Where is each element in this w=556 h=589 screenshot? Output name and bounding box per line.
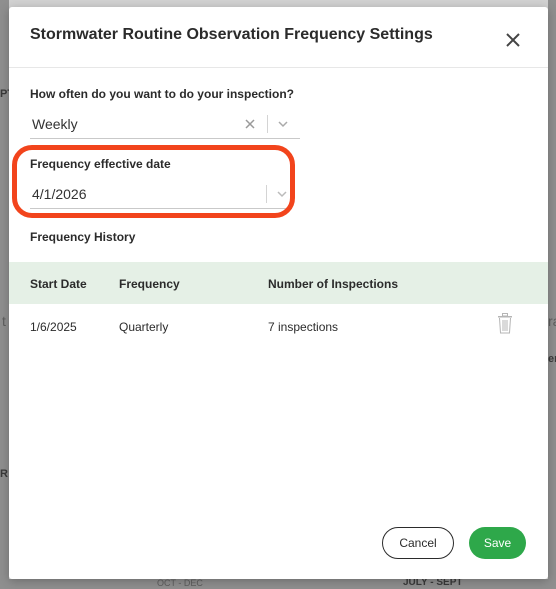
background-fragment: ra [548,313,556,329]
dialog-title: Stormwater Routine Observation Frequency… [30,26,433,43]
column-header-inspections: Number of Inspections [268,277,399,291]
select-separator [267,115,268,133]
inspection-frequency-value: Weekly [32,116,78,132]
background-fragment: er [548,353,556,365]
frequency-history-title: Frequency History [30,230,136,244]
effective-date-select[interactable]: 4/1/2026 [30,180,292,209]
header-divider [9,67,548,68]
history-table-header: Start Date Frequency Number of Inspectio… [9,262,548,304]
save-button[interactable]: Save [469,527,526,559]
effective-date-value: 4/1/2026 [32,186,87,202]
table-row: 1/6/2025 Quarterly 7 inspections [9,304,548,346]
background-card-right [548,0,556,589]
background-footer-label: OCT - DEC [157,578,203,588]
background-card-bottom [0,579,556,589]
effective-date-label: Frequency effective date [30,157,171,171]
chevron-down-icon[interactable] [275,187,289,201]
cell-frequency: Quarterly [119,320,169,334]
cell-start-date: 1/6/2025 [30,320,77,334]
select-separator [266,185,267,203]
inspection-frequency-select[interactable]: Weekly [30,110,300,139]
background-fragment: R [0,468,8,480]
column-header-start-date: Start Date [30,277,87,291]
frequency-settings-dialog: Stormwater Routine Observation Frequency… [9,7,548,579]
inspection-frequency-label: How often do you want to do your inspect… [30,87,294,101]
background-fragment: t [2,313,6,329]
clear-icon[interactable] [242,116,258,132]
column-header-frequency: Frequency [119,277,180,291]
close-button[interactable] [503,30,523,50]
chevron-down-icon[interactable] [276,117,290,131]
cell-inspections: 7 inspections [268,320,339,334]
trash-icon[interactable] [495,312,515,334]
close-icon [506,33,520,47]
cancel-button[interactable]: Cancel [382,527,454,559]
